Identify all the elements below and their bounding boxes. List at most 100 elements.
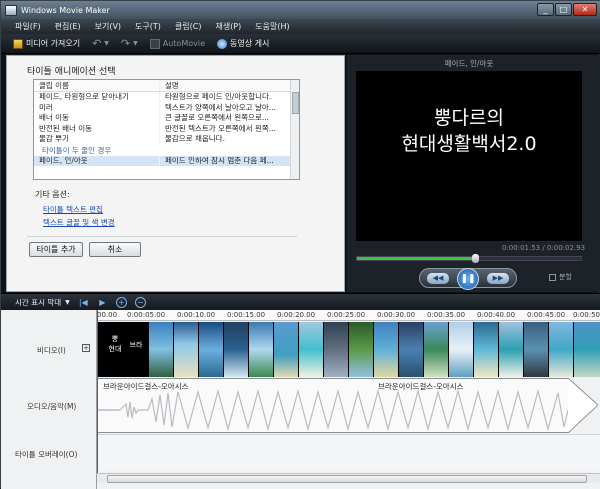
window-controls: _ □ ✕ xyxy=(537,3,597,16)
rewind-timeline-icon[interactable]: |◀ xyxy=(78,297,89,308)
audio-track[interactable]: 브라운아이드걸스-오아시스 브라운아이드걸스-오아시스 xyxy=(97,378,569,433)
menu-help[interactable]: 도움말(H) xyxy=(255,21,289,32)
item-description: 물감으로 채웁니다. xyxy=(165,134,225,143)
item-description: 반전된 텍스트가 오른쪽에서 왼쪽... xyxy=(165,123,276,133)
audio-waveform xyxy=(98,389,568,431)
video-clip[interactable] xyxy=(574,322,600,377)
playhead[interactable] xyxy=(97,310,98,473)
video-track[interactable]: 뿡 현대 브라 xyxy=(97,322,600,377)
seek-handle[interactable] xyxy=(472,254,479,263)
video-clip[interactable] xyxy=(249,322,274,377)
list-item[interactable]: 페이드, 타원형으로 닫아내기 타원형으로 페이드 인/아웃합니다. xyxy=(34,92,299,103)
menu-bar: 파일(F) 편집(E) 보기(V) 도구(T) 클립(C) 재생(P) 도움말(… xyxy=(1,19,600,34)
preview-monitor[interactable]: 뿡다르의 현대생활백서2.0 xyxy=(356,71,582,241)
video-clip[interactable] xyxy=(97,322,107,377)
menu-view[interactable]: 보기(V) xyxy=(95,21,121,32)
video-clip[interactable] xyxy=(474,322,499,377)
item-name: 페이드, 인/아웃 xyxy=(34,155,160,166)
zoom-in-icon[interactable]: + xyxy=(115,296,127,308)
video-clip[interactable] xyxy=(274,322,299,377)
close-button[interactable]: ✕ xyxy=(573,3,597,16)
title-clip[interactable]: 뿡 현대 xyxy=(107,322,124,377)
seek-bar[interactable] xyxy=(356,254,582,263)
cancel-button[interactable]: 취소 xyxy=(89,242,141,257)
publish-movie-label: 동영상 게시 xyxy=(230,39,270,48)
menu-tools[interactable]: 도구(T) xyxy=(135,21,161,32)
item-description: 큰 글꼴로 오른쪽에서 왼쪽으로... xyxy=(165,113,270,122)
dropdown-arrow-icon[interactable]: ▼ xyxy=(65,299,70,306)
zoom-out-icon[interactable]: − xyxy=(134,296,146,308)
redo-button[interactable]: ↷ ▼ xyxy=(121,37,138,50)
scrollbar-thumb[interactable] xyxy=(292,92,299,114)
pause-button[interactable]: ❚❚ xyxy=(457,268,479,290)
publish-movie-icon xyxy=(217,38,227,49)
preview-label: 페이드, 인/아웃 xyxy=(444,59,494,68)
play-timeline-icon[interactable]: ▶ xyxy=(97,297,108,308)
ruler-tick: 0:00:35.00 xyxy=(427,311,466,319)
undo-dropdown-icon[interactable]: ▼ xyxy=(104,40,109,47)
timeline-view-dropdown[interactable]: 시간 표시 막대 xyxy=(15,297,61,308)
seek-progress xyxy=(357,257,474,260)
expand-video-track-icon[interactable]: + xyxy=(82,344,90,352)
item-name: 미러 xyxy=(34,102,160,113)
other-options-label: 기타 옵션: xyxy=(35,190,70,199)
window-title: Windows Movie Maker xyxy=(21,5,110,15)
panel-heading: 타이틀 애니메이션 선택 xyxy=(27,67,116,77)
ruler-tick: 0:00:40.00 xyxy=(477,311,516,319)
app-window: Windows Movie Maker _ □ ✕ 파일(F) 편집(E) 보기… xyxy=(0,0,600,489)
column-header-description[interactable]: 설명 xyxy=(160,80,282,91)
list-item[interactable]: 미러 텍스트가 양쪽에서 날아오고 날아... xyxy=(34,102,299,113)
list-item[interactable]: 물감 뿌기 물감으로 채웁니다. xyxy=(34,134,299,145)
timeline-scrollbar[interactable] xyxy=(97,473,600,483)
title-overlay-track-label: 타이틀 오버레이(O) xyxy=(15,450,78,459)
import-media-icon xyxy=(13,38,23,49)
automovie-icon xyxy=(149,38,160,49)
video-clip[interactable] xyxy=(349,322,374,377)
import-media-button[interactable]: 미디어 가져오기 xyxy=(13,38,80,49)
video-clip[interactable] xyxy=(449,322,474,377)
split-button[interactable]: 분할 xyxy=(549,272,572,282)
title-overlay-track[interactable] xyxy=(97,434,600,471)
undo-button[interactable]: ↶ ▼ xyxy=(92,37,109,50)
edit-title-text-link[interactable]: 타이틀 텍스트 편집 xyxy=(43,204,103,215)
time-ruler[interactable]: 00.00 0:00:05.00 0:00:10.00 0:00:15.00 0… xyxy=(97,310,600,321)
list-item-selected[interactable]: 페이드, 인/아웃 페이드 인하여 잠시 멈춘 다음 페... xyxy=(34,155,299,166)
list-scrollbar[interactable] xyxy=(290,80,299,179)
redo-dropdown-icon[interactable]: ▼ xyxy=(133,40,138,47)
video-clip[interactable] xyxy=(374,322,399,377)
video-clip[interactable] xyxy=(224,322,249,377)
menu-edit[interactable]: 편집(E) xyxy=(55,21,81,32)
list-item[interactable]: 배너 이동 큰 글꼴로 오른쪽에서 왼쪽으로... xyxy=(34,113,299,124)
video-clip[interactable] xyxy=(299,322,324,377)
animation-list[interactable]: 클립 이름 설명 페이드, 타원형으로 닫아내기 타원형으로 페이드 인/아웃합니… xyxy=(33,79,300,180)
maximize-button[interactable]: □ xyxy=(555,3,572,16)
video-clip[interactable] xyxy=(174,322,199,377)
video-clip[interactable] xyxy=(424,322,449,377)
item-description: 타원형으로 페이드 인/아웃합니다. xyxy=(165,92,272,101)
title-clip[interactable]: 브라 xyxy=(124,322,149,377)
scrollbar-thumb[interactable] xyxy=(107,475,587,483)
video-clip[interactable] xyxy=(524,322,549,377)
list-group-header: 타이틀이 두 줄인 경우 xyxy=(42,145,112,155)
ruler-tick: 0:00:15.00 xyxy=(227,311,266,319)
change-font-color-link[interactable]: 텍스트 글꼴 및 색 변경 xyxy=(43,217,115,228)
video-clip[interactable] xyxy=(399,322,424,377)
video-clip[interactable] xyxy=(499,322,524,377)
add-title-button[interactable]: 타이틀 추가 xyxy=(29,242,83,257)
video-clip[interactable] xyxy=(149,322,174,377)
ruler-tick: 0:00:30.00 xyxy=(377,311,416,319)
item-name: 물감 뿌기 xyxy=(34,134,160,145)
video-clip[interactable] xyxy=(549,322,574,377)
menu-clip[interactable]: 클립(C) xyxy=(175,21,202,32)
previous-frame-button[interactable]: ◀◀ xyxy=(427,273,449,284)
menu-play[interactable]: 재생(P) xyxy=(215,21,241,32)
minimize-button[interactable]: _ xyxy=(537,3,554,16)
publish-movie-button[interactable]: 동영상 게시 xyxy=(217,38,269,49)
next-frame-button[interactable]: ▶▶ xyxy=(487,273,509,284)
video-clip[interactable] xyxy=(199,322,224,377)
video-clip[interactable] xyxy=(324,322,349,377)
automovie-button[interactable]: AutoMovie xyxy=(149,38,205,49)
list-item[interactable]: 반전된 배너 이동 반전된 텍스트가 오른쪽에서 왼쪽... xyxy=(34,123,299,134)
column-header-name[interactable]: 클립 이름 xyxy=(34,80,160,91)
menu-file[interactable]: 파일(F) xyxy=(15,21,41,32)
